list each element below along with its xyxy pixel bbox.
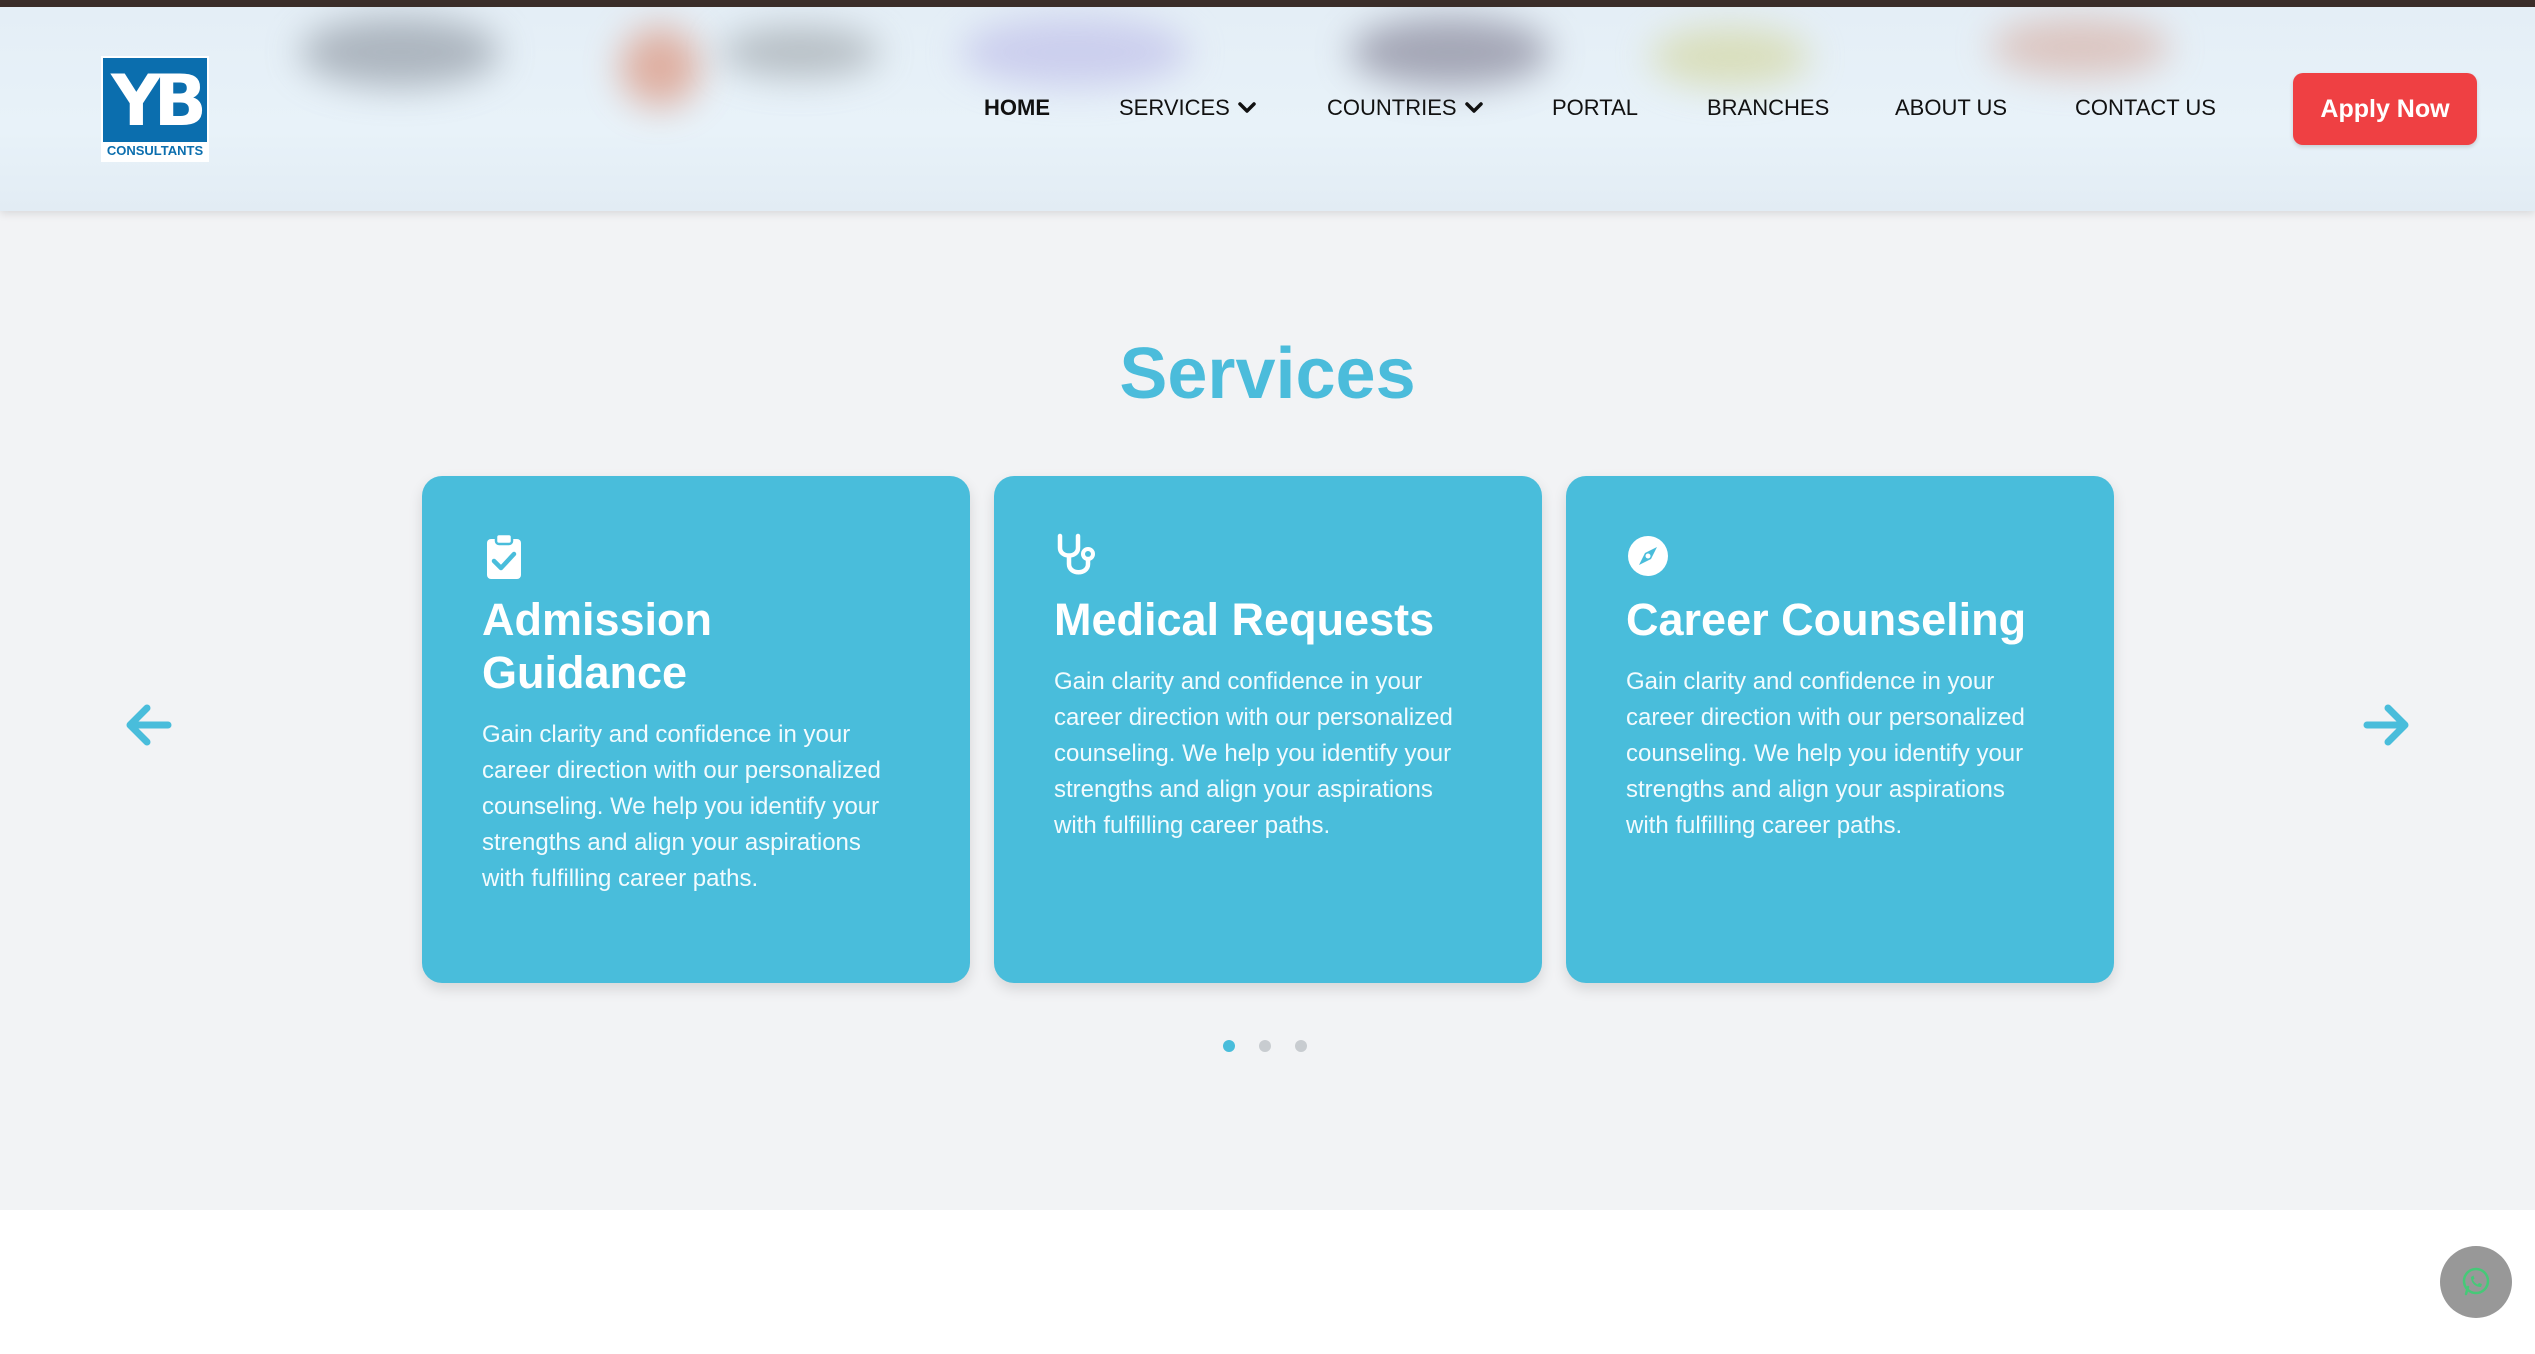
- site-header: YB CONSULTANTS HOME SERVICES COUNTRIES P…: [0, 7, 2535, 211]
- card-text: Gain clarity and confidence in your care…: [1054, 668, 1453, 839]
- nav-home[interactable]: HOME: [984, 95, 1050, 121]
- carousel-pagination: [1223, 1040, 1307, 1052]
- chevron-down-icon: [1464, 102, 1483, 113]
- card-title: Medical Requests: [1054, 594, 1435, 645]
- nav-about-us-label: ABOUT US: [1895, 95, 2008, 120]
- service-card-career-counseling[interactable]: Career Counseling Gain clarity and confi…: [1566, 476, 2114, 983]
- arrow-left-icon[interactable]: [122, 698, 176, 752]
- nav-contact-us[interactable]: CONTACT US: [2075, 95, 2216, 121]
- services-section: Services Admission Guidance Gain clarity…: [0, 211, 2535, 1210]
- whatsapp-button[interactable]: [2440, 1246, 2512, 1318]
- nav-services-label: SERVICES: [1119, 95, 1230, 120]
- clipboard-check-icon: [487, 532, 521, 579]
- chevron-down-icon: [1238, 102, 1256, 113]
- nav-contact-us-label: CONTACT US: [2075, 95, 2216, 120]
- service-card-medical-requests[interactable]: Medical Requests Gain clarity and confid…: [994, 476, 1542, 983]
- nav-countries[interactable]: COUNTRIES: [1327, 95, 1483, 121]
- nav-countries-label: COUNTRIES: [1327, 95, 1457, 120]
- main-navigation: HOME SERVICES COUNTRIES PORTAL BRANCHES …: [0, 7, 2535, 211]
- card-title: Career Counseling: [1626, 594, 2027, 645]
- nav-branches-label: BRANCHES: [1707, 95, 1830, 120]
- top-strip: [0, 0, 2535, 7]
- card-text: Gain clarity and confidence in your care…: [482, 721, 881, 892]
- nav-services[interactable]: SERVICES: [1119, 95, 1256, 121]
- compass-icon: [1628, 536, 1668, 576]
- card-text: Gain clarity and confidence in your care…: [1626, 668, 2025, 839]
- nav-portal-label: PORTAL: [1552, 95, 1638, 120]
- nav-home-label: HOME: [984, 95, 1050, 120]
- carousel-dot[interactable]: [1223, 1040, 1235, 1052]
- nav-portal[interactable]: PORTAL: [1552, 95, 1638, 121]
- service-card-admission-guidance[interactable]: Admission Guidance Gain clarity and conf…: [422, 476, 970, 983]
- nav-about-us[interactable]: ABOUT US: [1895, 95, 2007, 121]
- apply-now-button[interactable]: Apply Now: [2293, 73, 2477, 145]
- arrow-right-icon[interactable]: [2359, 698, 2413, 752]
- carousel-dot[interactable]: [1259, 1040, 1271, 1052]
- nav-branches[interactable]: BRANCHES: [1707, 95, 1829, 121]
- card-title: Admission Guidance: [482, 594, 713, 698]
- stethoscope-icon: [1057, 533, 1095, 575]
- whatsapp-icon: [2462, 1267, 2490, 1296]
- carousel-dot[interactable]: [1295, 1040, 1307, 1052]
- section-title: Services: [1119, 334, 1416, 414]
